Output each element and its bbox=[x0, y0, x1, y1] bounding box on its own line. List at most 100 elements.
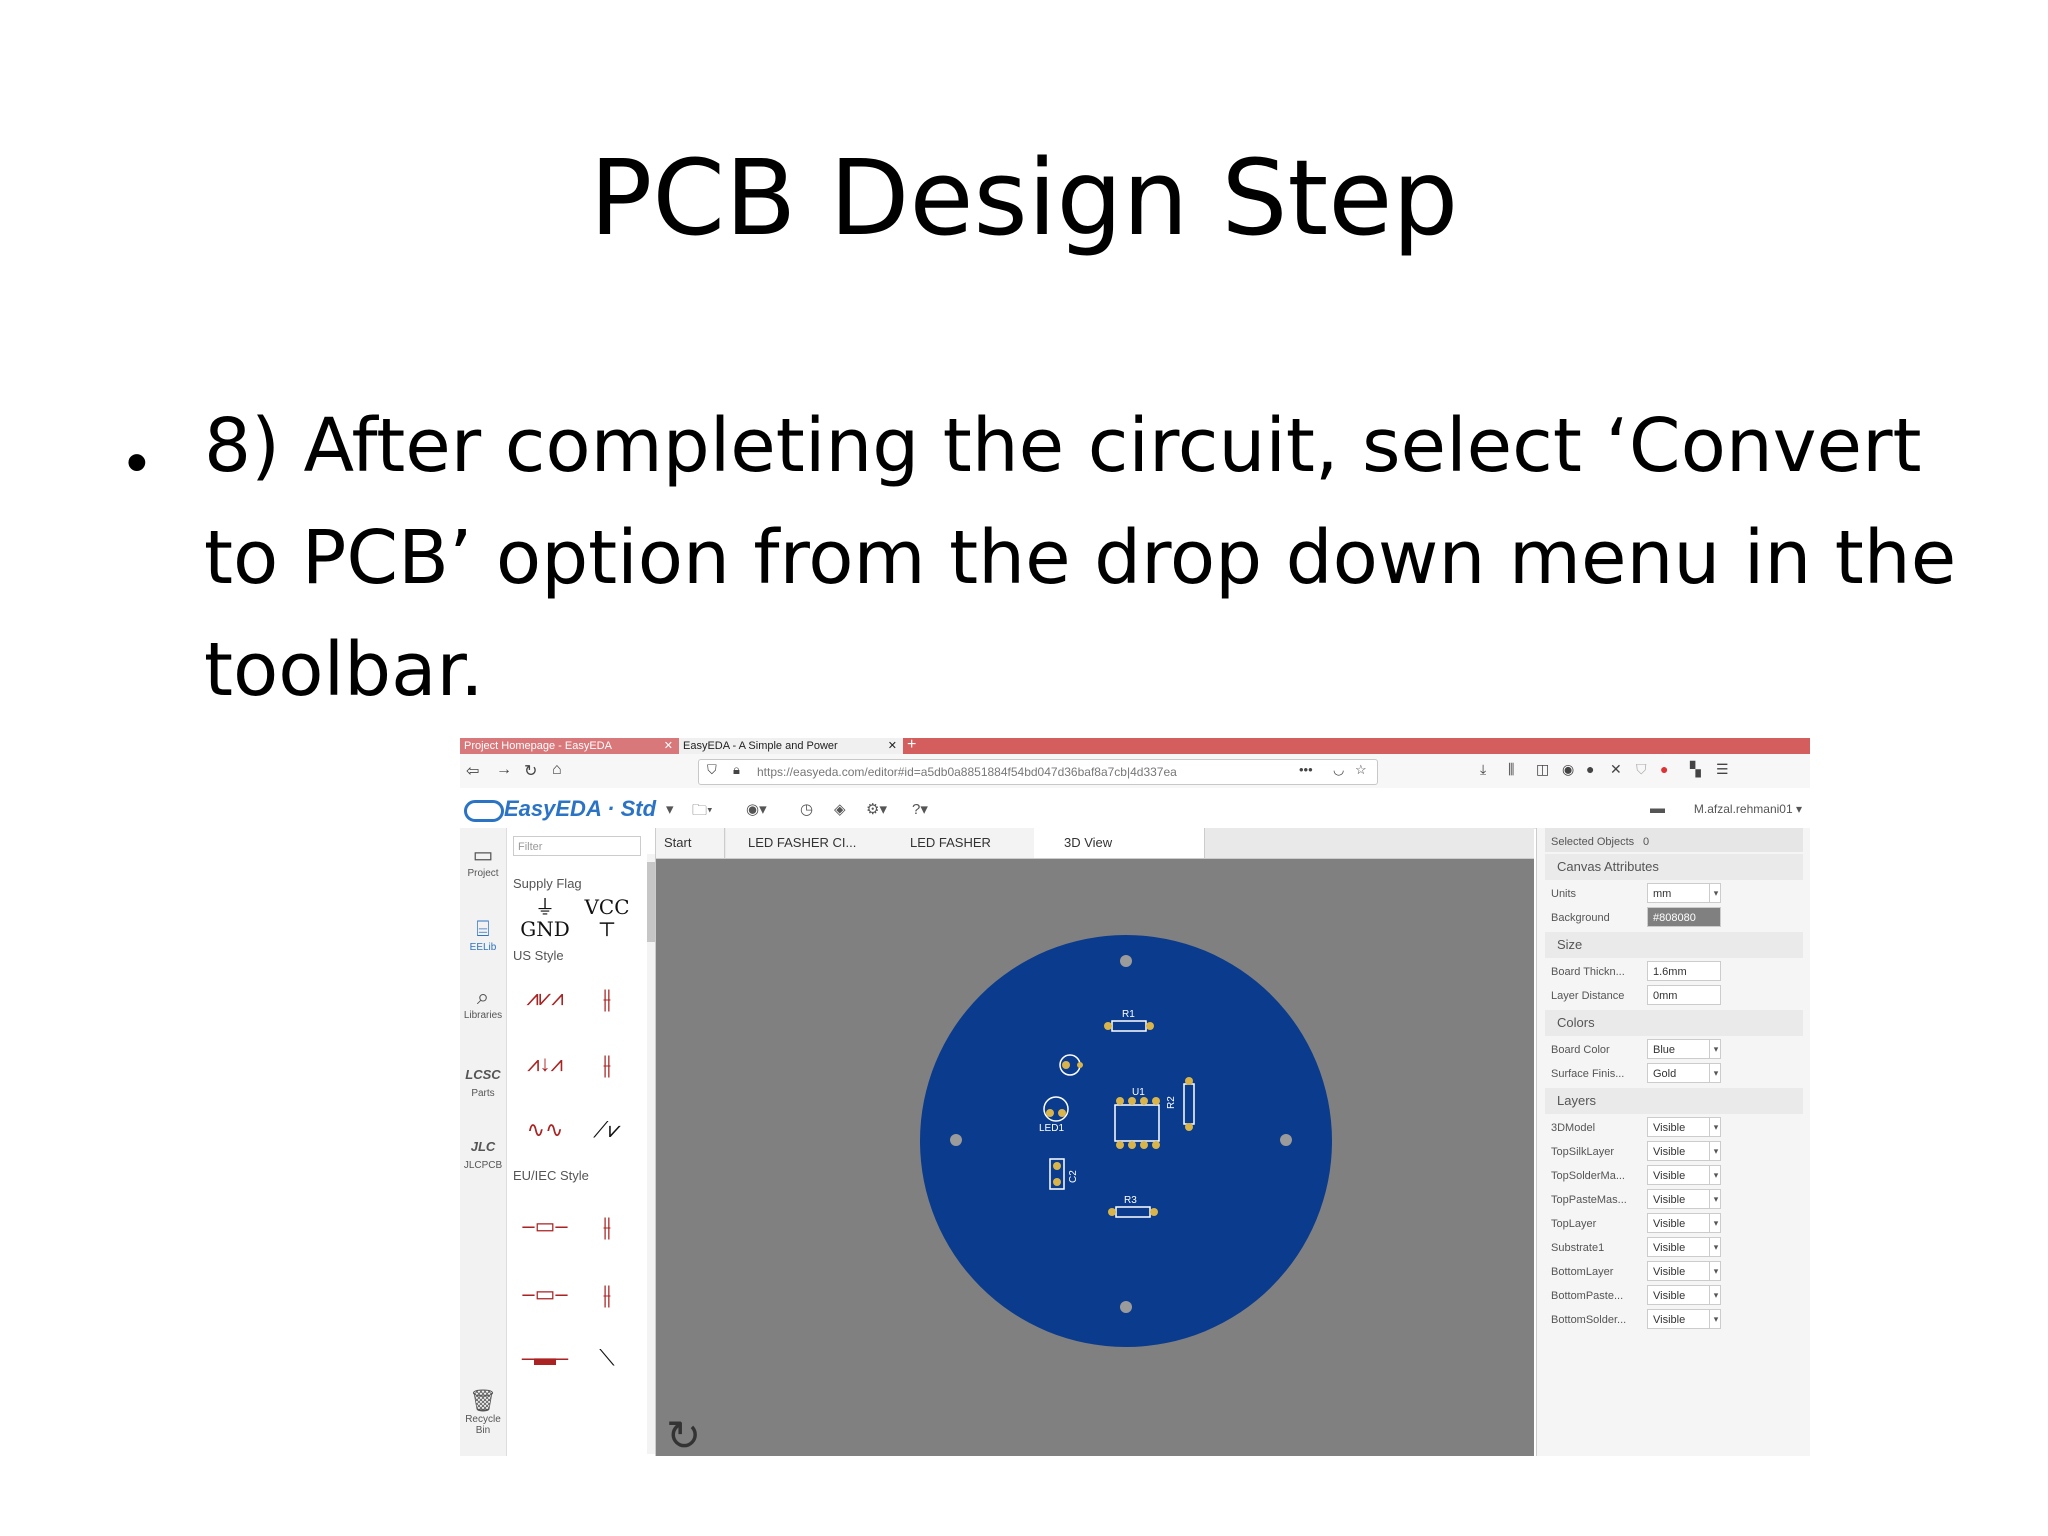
browser-tab-easyeda[interactable]: EasyEDA - A Simple and Power ✕ bbox=[679, 738, 903, 754]
chevron-down-icon[interactable]: ▾ bbox=[1709, 1142, 1722, 1160]
layer-name: TopPasteMas... bbox=[1551, 1194, 1627, 1206]
puzzle-icon[interactable]: ▚ bbox=[1690, 761, 1701, 778]
chevron-down-icon[interactable]: ▾ bbox=[1709, 1262, 1722, 1280]
capacitor-symbol[interactable]: ⫲ bbox=[577, 968, 637, 1028]
potentiometer-us-symbol[interactable]: ⩘↓⩘ bbox=[515, 1034, 575, 1094]
browser-nav-bar: ⇦ → ↻ ⌂ ⛉ 🔒︎ https://easyeda.com/editor#… bbox=[460, 754, 1810, 789]
stop-extension-icon[interactable]: ● bbox=[1660, 761, 1668, 777]
resistor-iec-symbol[interactable]: –▭– bbox=[515, 1196, 575, 1256]
library-scrollbar[interactable] bbox=[647, 854, 655, 1454]
pcb-canvas[interactable]: R1 U1 R2 LED1 C2 R3 ↻ bbox=[656, 859, 1534, 1456]
vcc-label: VCC bbox=[584, 895, 630, 919]
board-thickness-input[interactable]: 1.6mm bbox=[1647, 961, 1721, 981]
polarized-capacitor-iec-symbol[interactable]: ⫲ bbox=[577, 1264, 637, 1324]
hamburger-menu-icon[interactable]: ☰ bbox=[1716, 761, 1729, 778]
chevron-down-icon[interactable]: ▾ bbox=[1709, 1286, 1722, 1304]
new-tab-icon[interactable]: + bbox=[907, 738, 916, 754]
home-icon[interactable]: ⌂ bbox=[552, 761, 562, 779]
prop-board-thickness: Board Thickn... 1.6mm bbox=[1545, 960, 1803, 984]
tab-led-fasher-pcb[interactable]: LED FASHER bbox=[888, 828, 1043, 858]
library-icon[interactable]: ⫼ bbox=[1508, 761, 1514, 778]
group-canvas-attributes[interactable]: Canvas Attributes bbox=[1545, 854, 1803, 880]
polarized-capacitor-symbol[interactable]: ⫲ bbox=[577, 1034, 637, 1094]
diode-symbol[interactable]: ⟍ bbox=[577, 1328, 637, 1388]
close-icon[interactable]: ✕ bbox=[664, 738, 673, 754]
fuse-symbol[interactable]: –▬– bbox=[515, 1328, 575, 1388]
refresh-icon[interactable]: ↻ bbox=[666, 1411, 701, 1456]
vcc-symbol[interactable]: VCC ⊤ bbox=[577, 890, 637, 950]
group-colors[interactable]: Colors bbox=[1545, 1010, 1803, 1036]
designator-led1: LED1 bbox=[1039, 1123, 1064, 1134]
chevron-down-icon[interactable]: ▾ bbox=[1709, 884, 1722, 902]
sidebar-icon[interactable]: ◫ bbox=[1536, 761, 1549, 778]
thermistor-symbol[interactable]: ⟋⩗ bbox=[577, 1100, 637, 1160]
nav-parts[interactable]: LCSC Parts bbox=[460, 1062, 506, 1099]
mounting-hole bbox=[950, 1134, 962, 1146]
chevron-down-icon[interactable]: ▾ bbox=[1709, 1166, 1722, 1184]
capacitor-iec-symbol[interactable]: ⫲ bbox=[577, 1196, 637, 1256]
section-supply-flag: Supply Flag bbox=[513, 876, 582, 891]
shield-extension-icon[interactable]: ⛉ bbox=[1636, 761, 1647, 778]
layer-name: TopSilkLayer bbox=[1551, 1146, 1614, 1158]
address-bar[interactable]: ⛉ 🔒︎ https://easyeda.com/editor#id=a5db0… bbox=[698, 759, 1378, 785]
layer-name: BottomPaste... bbox=[1551, 1290, 1624, 1302]
inductor-symbol[interactable]: ∿∿ bbox=[515, 1100, 575, 1160]
group-size[interactable]: Size bbox=[1545, 932, 1803, 958]
chevron-down-icon[interactable]: ▾ bbox=[1709, 1214, 1722, 1232]
scroll-thumb[interactable] bbox=[647, 862, 655, 942]
chip-icon: ⌸ bbox=[476, 916, 490, 941]
view-eye-icon[interactable]: ◉▾ bbox=[746, 800, 767, 818]
tab-3d-view[interactable]: 3D View bbox=[1034, 828, 1205, 858]
app-toolbar: EasyEDA · Std ▾ 🗀▾ ◉▾ ◷ ◈ ⚙▾ ?▾ ▬ M.afza… bbox=[460, 788, 1810, 829]
gnd-symbol[interactable]: ⏚ GND bbox=[515, 890, 575, 950]
nav-jlcpcb[interactable]: JLC JLCPCB bbox=[460, 1134, 506, 1171]
tab-start[interactable]: Start bbox=[656, 828, 725, 858]
library-panel: Filter Supply Flag ⏚ GND VCC ⊤ US Style ⩘⩗… bbox=[507, 828, 656, 1456]
bookmark-star-icon[interactable]: ☆ bbox=[1355, 762, 1367, 778]
pocket-icon[interactable]: ◡ bbox=[1333, 762, 1344, 778]
tab-led-fasher-schematic[interactable]: LED FASHER CI... bbox=[726, 828, 899, 858]
chevron-down-icon[interactable]: ▾ bbox=[1709, 1118, 1722, 1136]
back-icon[interactable]: ⇦ bbox=[466, 761, 479, 781]
history-icon[interactable]: ◷ bbox=[800, 800, 813, 818]
account-icon[interactable]: ◉ bbox=[1562, 761, 1574, 778]
nav-libraries[interactable]: ⌕ Libraries bbox=[460, 984, 506, 1021]
settings-gear-icon[interactable]: ⚙▾ bbox=[866, 800, 887, 818]
lcsc-icon: LCSC bbox=[465, 1067, 501, 1082]
user-menu[interactable]: M.afzal.rehmani01 ▾ bbox=[1694, 802, 1802, 816]
background-color-field[interactable]: #808080 bbox=[1647, 907, 1721, 927]
chevron-down-icon[interactable]: ▾ bbox=[1709, 1064, 1722, 1082]
chevron-down-icon[interactable]: ▾ bbox=[1709, 1040, 1722, 1058]
layers-icon[interactable]: ◈ bbox=[834, 800, 846, 818]
download-icon[interactable]: ⤓ bbox=[1480, 761, 1486, 778]
reload-icon[interactable]: ↻ bbox=[524, 761, 537, 781]
group-layers[interactable]: Layers bbox=[1545, 1088, 1803, 1114]
chevron-down-icon[interactable]: ▾ bbox=[1709, 1190, 1722, 1208]
more-icon[interactable]: ••• bbox=[1299, 762, 1313, 777]
browser-tab-label: Project Homepage - EasyEDA bbox=[464, 740, 612, 752]
prop-layer-row: Substrate1 Visible ▾ bbox=[1545, 1236, 1803, 1260]
file-folder-icon[interactable]: 🗀▾ bbox=[692, 800, 713, 825]
prop-layer-row: BottomLayer Visible ▾ bbox=[1545, 1260, 1803, 1284]
dropdown-caret-icon[interactable]: ▾ bbox=[666, 800, 674, 818]
resistor-us-symbol[interactable]: ⩘⩗⩘ bbox=[515, 968, 575, 1028]
filter-input[interactable]: Filter bbox=[513, 836, 641, 856]
nav-project[interactable]: ▭ Project bbox=[460, 842, 506, 879]
user-avatar-icon: ▬ bbox=[1650, 800, 1665, 817]
designator-r3: R3 bbox=[1124, 1195, 1137, 1206]
extension-icon[interactable]: ● bbox=[1586, 761, 1594, 777]
close-icon[interactable]: ✕ bbox=[888, 738, 897, 754]
forward-icon[interactable]: → bbox=[496, 761, 512, 779]
chevron-down-icon[interactable]: ▾ bbox=[1709, 1310, 1722, 1328]
nav-label: Project bbox=[467, 868, 499, 879]
browser-tab-project-homepage[interactable]: Project Homepage - EasyEDA ✕ bbox=[460, 738, 679, 754]
nav-eelib[interactable]: ⌸ EELib bbox=[460, 916, 506, 953]
potentiometer-iec-symbol[interactable]: –▭– bbox=[515, 1264, 575, 1324]
nav-recycle-bin[interactable]: 🗑︎ Recycle Bin bbox=[460, 1388, 506, 1436]
lock-icon: 🔒︎ bbox=[733, 762, 740, 777]
x-extension-icon[interactable]: ✕ bbox=[1610, 761, 1622, 778]
chevron-down-icon[interactable]: ▾ bbox=[1709, 1238, 1722, 1256]
layer-distance-input[interactable]: 0mm bbox=[1647, 985, 1721, 1005]
help-icon[interactable]: ?▾ bbox=[912, 800, 928, 818]
doc-tab-label: LED FASHER bbox=[910, 835, 991, 850]
